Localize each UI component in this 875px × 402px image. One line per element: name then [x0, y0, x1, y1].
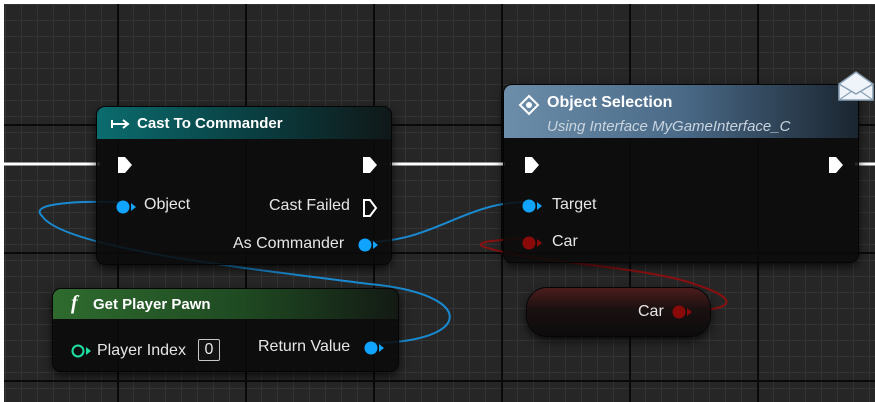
cast-arrow-icon — [111, 119, 130, 129]
object-selection-header: Object Selection Using Interface MyGameI… — [504, 85, 858, 138]
object-selection-subtitle: Using Interface MyGameInterface_C — [547, 118, 791, 135]
object-pin-label: Object — [144, 196, 191, 213]
player-index-input[interactable]: 0 — [198, 339, 220, 361]
get-player-pawn-node[interactable]: f Get Player Pawn Player Index 0 Return … — [53, 289, 398, 371]
cast-exec-out-pin[interactable] — [362, 155, 378, 175]
get-player-pawn-header: f Get Player Pawn — [53, 289, 398, 319]
envelope-message-icon — [838, 71, 874, 101]
object-pin[interactable] — [116, 200, 138, 214]
car-pin[interactable] — [522, 236, 544, 250]
car-variable-label: Car — [638, 303, 664, 320]
return-value-pin-label: Return Value — [258, 338, 351, 355]
blueprint-graph-canvas[interactable]: Cast To Commander Object Cast Failed As … — [4, 4, 875, 402]
selection-exec-in-pin[interactable] — [524, 155, 540, 175]
interface-diamond-icon — [518, 94, 540, 116]
target-pin-label: Target — [552, 196, 597, 213]
cast-failed-pin-label: Cast Failed — [269, 197, 350, 214]
car-variable-node[interactable]: Car — [527, 288, 710, 336]
cast-exec-in-pin[interactable] — [117, 155, 133, 175]
object-selection-title: Object Selection — [547, 94, 673, 111]
player-index-pin[interactable] — [71, 344, 93, 358]
return-value-pin[interactable] — [364, 341, 386, 355]
car-pin-label: Car — [552, 233, 578, 250]
object-selection-node[interactable]: Object Selection Using Interface MyGameI… — [504, 85, 858, 262]
car-variable-pin[interactable] — [672, 305, 694, 319]
as-commander-pin[interactable] — [358, 238, 380, 252]
cast-node-header: Cast To Commander — [97, 107, 391, 139]
target-pin[interactable] — [522, 199, 544, 213]
selection-exec-out-pin[interactable] — [828, 155, 844, 175]
as-commander-pin-label: As Commander — [233, 235, 345, 252]
function-f-icon: f — [71, 292, 78, 314]
cast-to-commander-node[interactable]: Cast To Commander Object Cast Failed As … — [97, 107, 391, 264]
cast-failed-exec-pin[interactable] — [362, 198, 378, 218]
player-index-pin-label: Player Index — [97, 342, 186, 359]
cast-node-title: Cast To Commander — [137, 115, 283, 132]
get-player-pawn-title: Get Player Pawn — [93, 296, 211, 313]
